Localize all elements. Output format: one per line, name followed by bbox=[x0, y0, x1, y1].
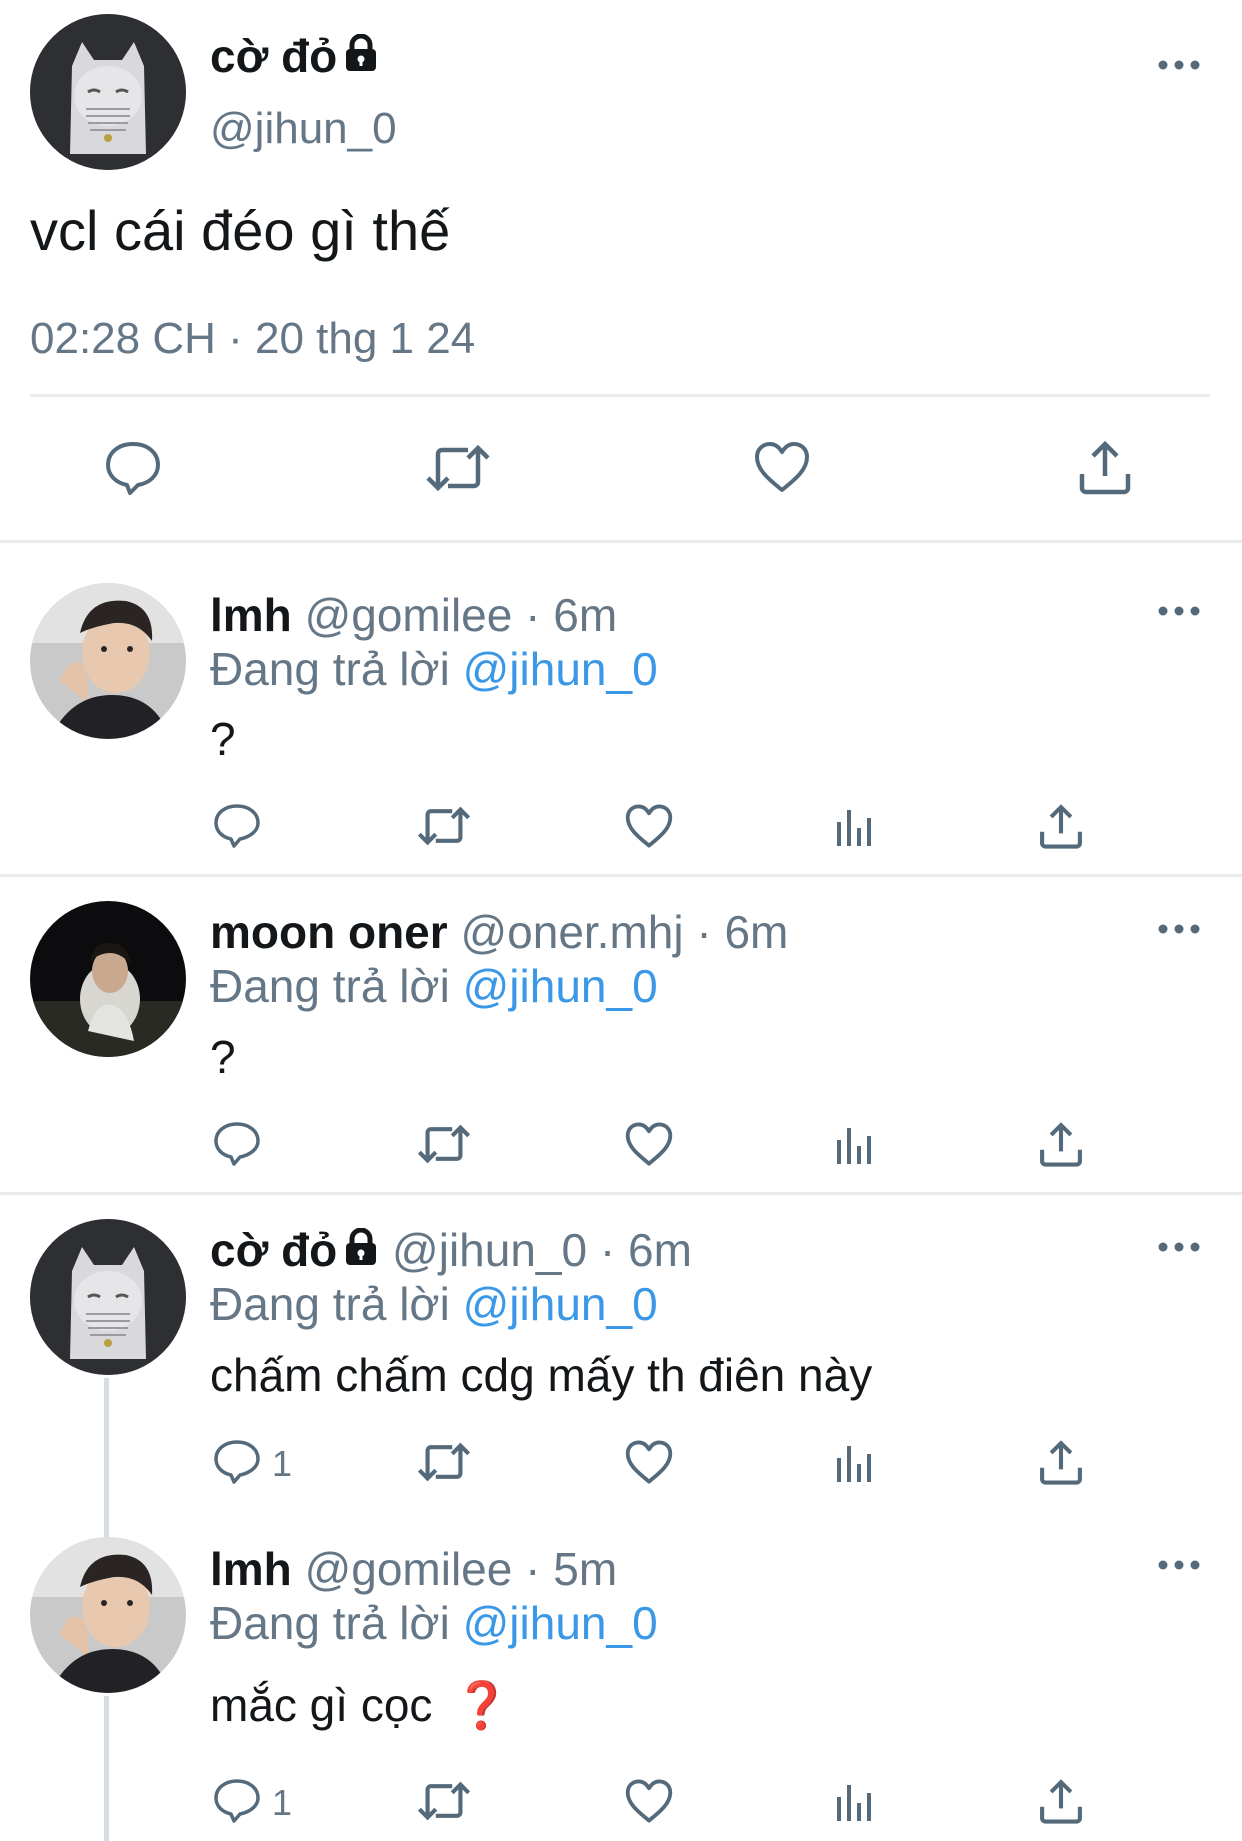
reply-count: 1 bbox=[272, 1782, 293, 1823]
views-icon[interactable] bbox=[835, 1783, 875, 1821]
thread-connector bbox=[104, 1696, 109, 1841]
divider bbox=[0, 540, 1242, 543]
replying-to-link[interactable]: @jihun_0 bbox=[463, 1597, 658, 1649]
handle[interactable]: @jihun_0 bbox=[210, 101, 397, 157]
retweet-icon[interactable] bbox=[424, 440, 492, 496]
share-icon[interactable] bbox=[1038, 1120, 1084, 1168]
share-icon[interactable] bbox=[1038, 1777, 1084, 1825]
reply-icon[interactable] bbox=[212, 1777, 262, 1825]
more-options-icon[interactable] bbox=[1157, 1239, 1201, 1255]
handle[interactable]: @jihun_0 bbox=[392, 1224, 587, 1276]
like-icon[interactable] bbox=[753, 440, 811, 494]
views-icon[interactable] bbox=[835, 1444, 875, 1482]
replying-to-label: Đang trả lời bbox=[210, 1597, 450, 1649]
more-options-icon[interactable] bbox=[1157, 921, 1201, 937]
reply-time: · 6m bbox=[599, 1224, 692, 1276]
share-icon[interactable] bbox=[1038, 802, 1084, 850]
more-options-icon[interactable] bbox=[1157, 603, 1201, 619]
replying-to-link[interactable]: @jihun_0 bbox=[463, 960, 658, 1012]
replying-to-label: Đang trả lời bbox=[210, 960, 450, 1012]
reply-icon[interactable] bbox=[212, 802, 262, 850]
handle[interactable]: @gomilee bbox=[305, 1543, 513, 1595]
share-icon[interactable] bbox=[1077, 438, 1133, 496]
avatar-cat[interactable] bbox=[30, 14, 186, 170]
avatar-cat[interactable] bbox=[30, 1219, 186, 1375]
lock-icon bbox=[343, 1222, 379, 1278]
divider bbox=[30, 394, 1210, 397]
reply-icon[interactable] bbox=[212, 1120, 262, 1168]
avatar[interactable] bbox=[30, 1537, 186, 1693]
replying-to-label: Đang trả lời bbox=[210, 1278, 450, 1330]
display-name[interactable]: lmh bbox=[210, 1543, 292, 1595]
reply-icon[interactable] bbox=[212, 1438, 262, 1486]
more-options-icon[interactable] bbox=[1157, 57, 1201, 73]
more-options-icon[interactable] bbox=[1157, 1557, 1201, 1573]
reply-text: ? bbox=[210, 1031, 236, 1083]
retweet-icon[interactable] bbox=[415, 803, 473, 849]
replying-to-link[interactable]: @jihun_0 bbox=[463, 643, 658, 695]
replying-to-link[interactable]: @jihun_0 bbox=[463, 1278, 658, 1330]
retweet-icon[interactable] bbox=[415, 1439, 473, 1485]
like-icon[interactable] bbox=[624, 1121, 674, 1167]
thread-connector bbox=[104, 1378, 109, 1540]
tweet-timestamp: 02:28 CH · 20 thg 1 24 bbox=[30, 314, 476, 363]
handle[interactable]: @oner.mhj bbox=[460, 906, 683, 958]
reply-text: mắc gì cọc bbox=[210, 1679, 433, 1731]
views-icon[interactable] bbox=[835, 808, 875, 846]
replying-to-label: Đang trả lời bbox=[210, 643, 450, 695]
tweet-text: vcl cái đéo gì thế bbox=[30, 199, 451, 262]
views-icon[interactable] bbox=[835, 1126, 875, 1164]
divider bbox=[0, 1192, 1242, 1195]
avatar[interactable] bbox=[30, 583, 186, 739]
share-icon[interactable] bbox=[1038, 1438, 1084, 1486]
retweet-icon[interactable] bbox=[415, 1121, 473, 1167]
display-name[interactable]: lmh bbox=[210, 589, 292, 641]
retweet-icon[interactable] bbox=[415, 1778, 473, 1824]
handle[interactable]: @gomilee bbox=[305, 589, 513, 641]
question-emoji: ❓ bbox=[453, 1679, 511, 1731]
display-name[interactable]: cờ đỏ bbox=[210, 30, 337, 82]
like-icon[interactable] bbox=[624, 1439, 674, 1485]
display-name[interactable]: moon oner bbox=[210, 906, 448, 958]
display-name[interactable]: cờ đỏ bbox=[210, 1224, 337, 1276]
reply-icon[interactable] bbox=[104, 440, 162, 496]
avatar[interactable] bbox=[30, 901, 186, 1057]
reply-text: chấm chấm cdg mấy th điên này bbox=[210, 1349, 873, 1401]
reply-count: 1 bbox=[272, 1443, 293, 1484]
reply-text: ? bbox=[210, 713, 236, 765]
reply-time: · 5m bbox=[525, 1543, 618, 1595]
reply-time: · 6m bbox=[696, 906, 789, 958]
lock-icon bbox=[343, 28, 379, 84]
like-icon[interactable] bbox=[624, 1778, 674, 1824]
like-icon[interactable] bbox=[624, 803, 674, 849]
reply-time: · 6m bbox=[525, 589, 618, 641]
divider bbox=[0, 874, 1242, 877]
